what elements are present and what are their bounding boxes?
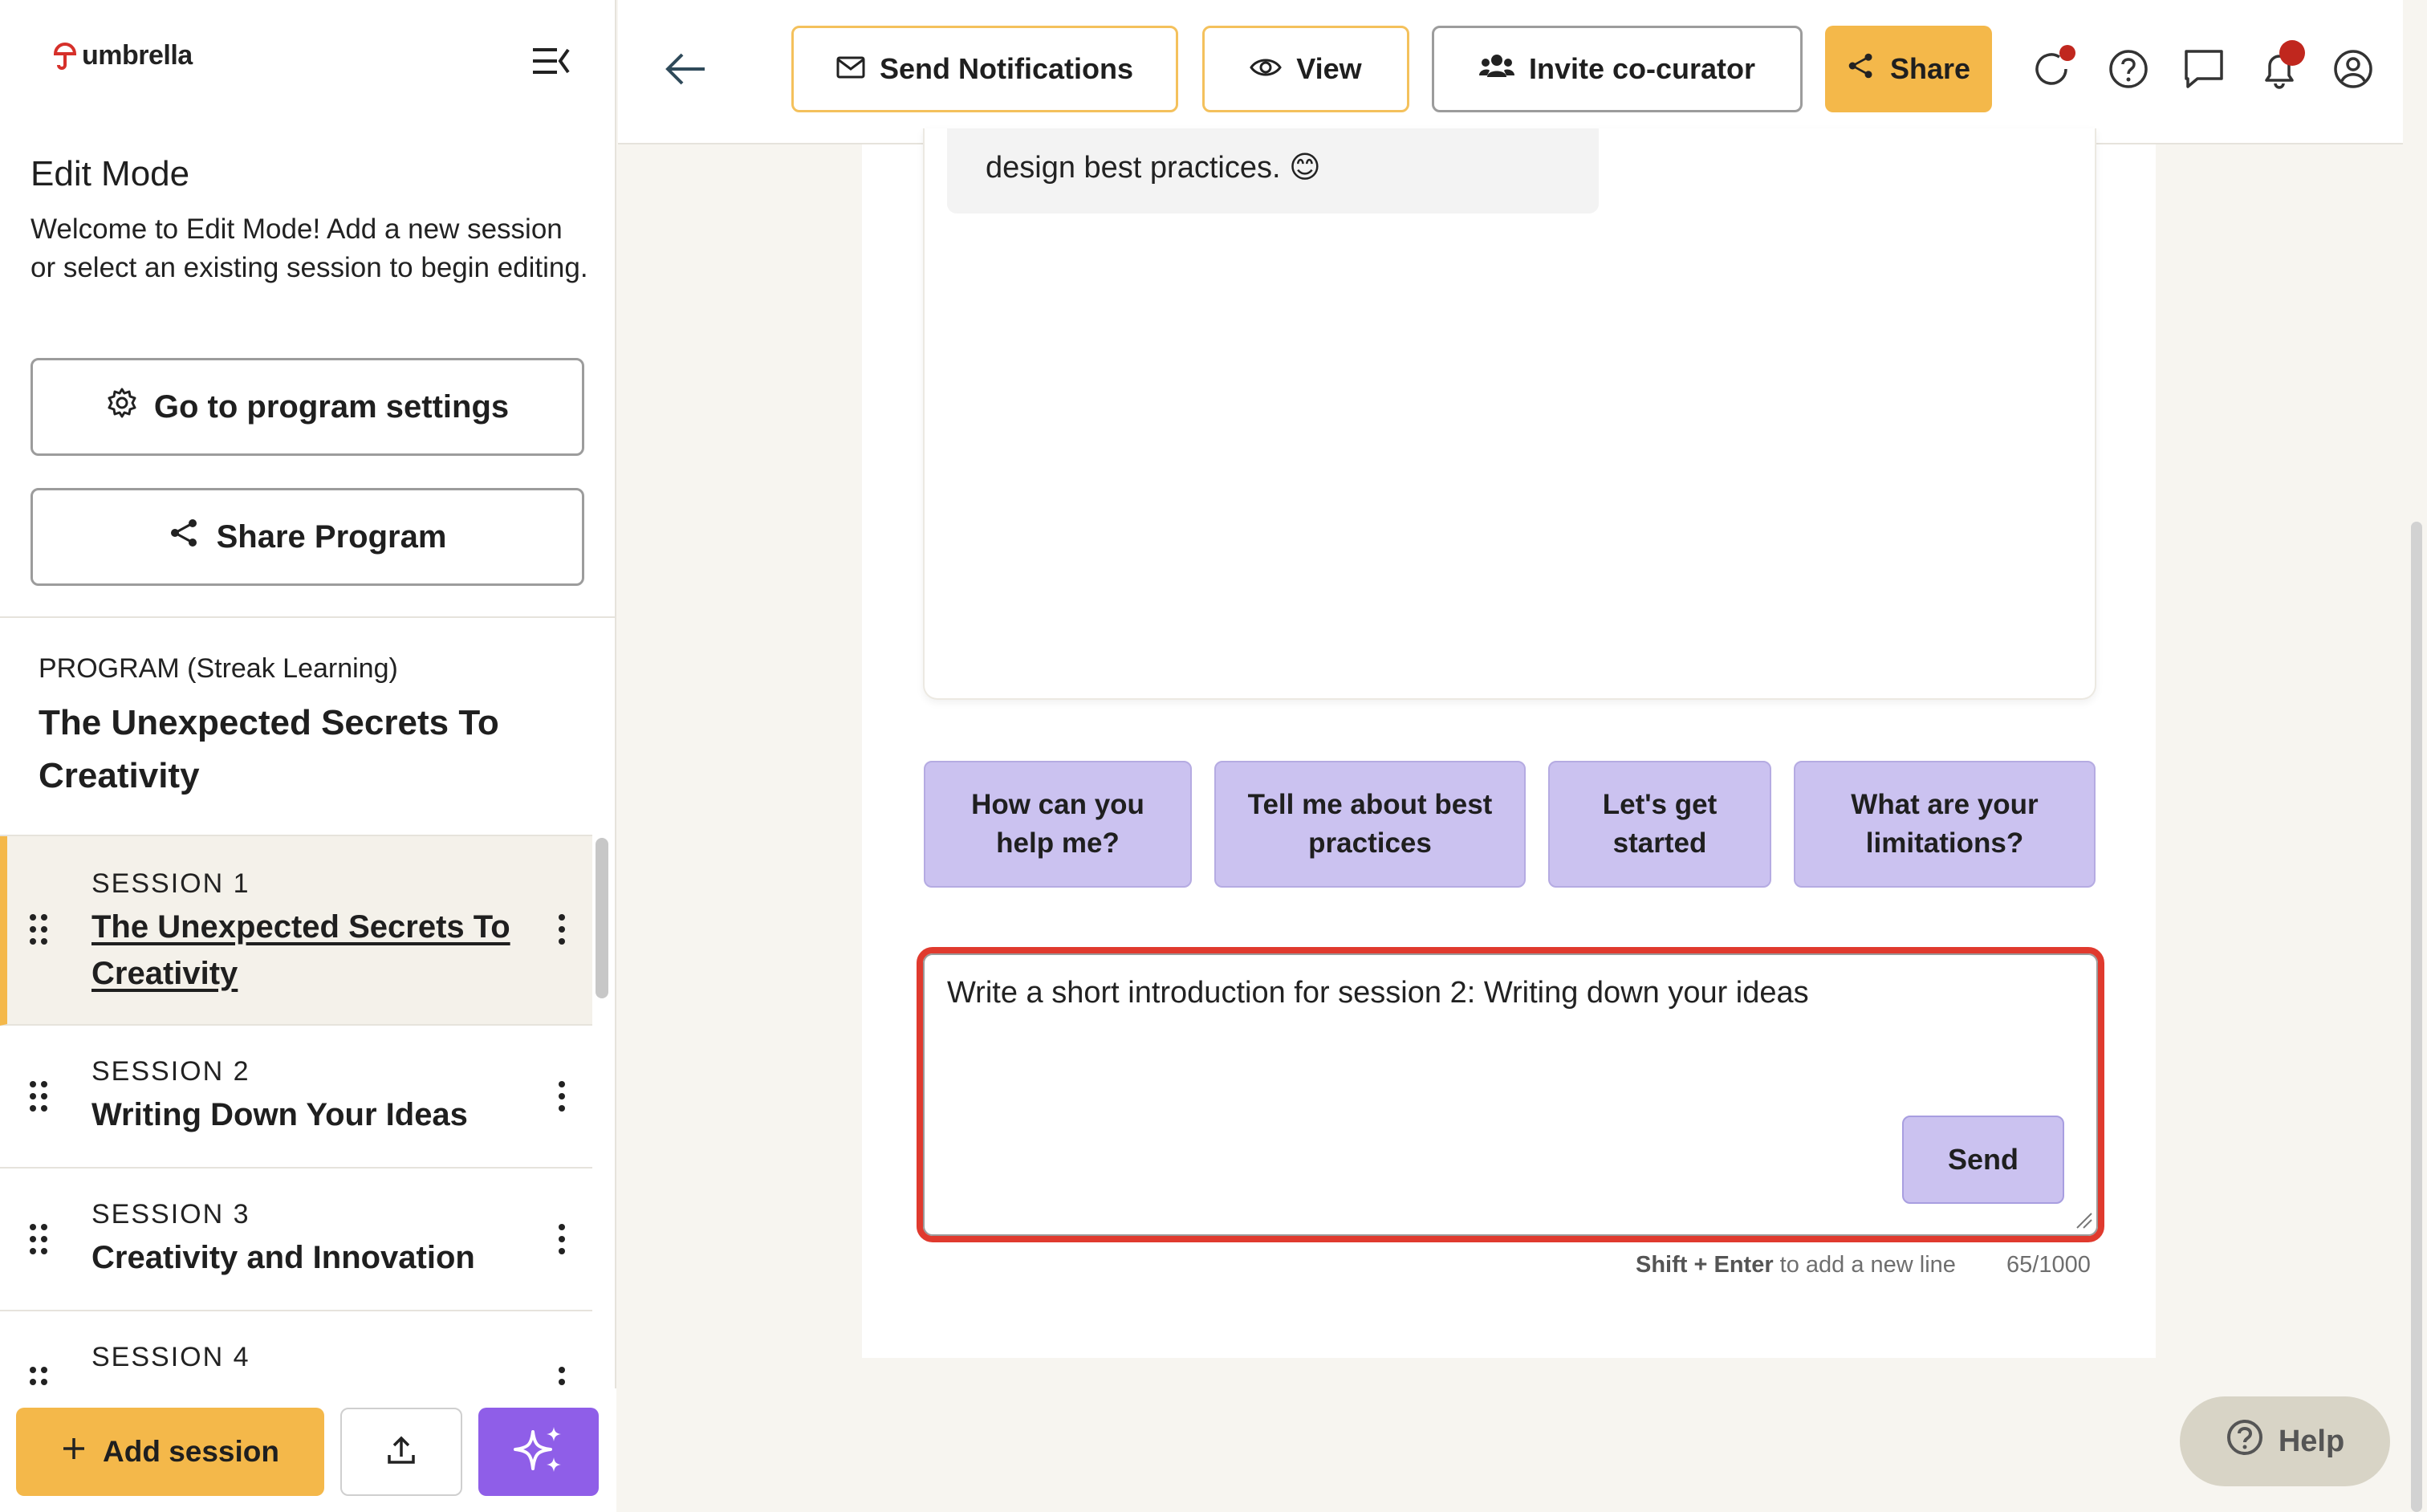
share-icon — [1847, 51, 1876, 87]
program-kicker: PROGRAM (Streak Learning) — [39, 653, 398, 684]
program-settings-label: Go to program settings — [153, 388, 510, 425]
session-title[interactable]: Creativity and Innovation — [91, 1234, 541, 1281]
upload-button[interactable] — [340, 1408, 462, 1496]
gear-icon — [106, 387, 138, 427]
sparkle-icon — [512, 1425, 565, 1479]
session-item-4[interactable]: SESSION 4 — [0, 1311, 592, 1388]
notification-dot — [2279, 40, 2305, 66]
add-session-label: Add session — [103, 1435, 279, 1468]
more-vertical-icon[interactable] — [555, 913, 568, 945]
session-title[interactable]: Writing Down Your Ideas — [91, 1091, 541, 1138]
view-button[interactable]: View — [1202, 26, 1409, 112]
sidebar-divider — [0, 616, 616, 618]
umbrella-logo-icon — [53, 42, 77, 70]
session-kicker: SESSION 4 — [91, 1342, 250, 1372]
notification-dot — [2059, 45, 2075, 61]
message-input-value[interactable]: Write a short introduction for session 2… — [947, 976, 1809, 1010]
users-icon — [1478, 52, 1514, 86]
drag-handle-icon[interactable] — [29, 1080, 48, 1112]
edit-mode-description: Welcome to Edit Mode! Add a new session … — [30, 213, 588, 283]
suggestion-chip-help[interactable]: How can you help me? — [924, 761, 1192, 888]
edit-mode-title: Edit Mode — [30, 154, 190, 193]
drag-handle-icon[interactable] — [29, 1223, 48, 1255]
assistant-message-text: design best practices. 😊 — [986, 151, 1321, 185]
page-scrollbar[interactable] — [2411, 522, 2422, 1512]
share-program-label: Share Program — [216, 518, 447, 555]
session-list: SESSION 1 The Unexpected Secrets To Crea… — [0, 835, 592, 1388]
session-list-scroll-thumb[interactable] — [596, 838, 608, 998]
newline-hint: Shift + Enter to add a new line — [1636, 1252, 1956, 1278]
session-item-3[interactable]: SESSION 3 Creativity and Innovation — [0, 1169, 592, 1311]
invite-co-curator-label: Invite co-curator — [1528, 52, 1756, 85]
share-program-button[interactable]: Share Program — [30, 488, 584, 586]
send-button[interactable]: Send — [1902, 1116, 2064, 1204]
view-label: View — [1296, 52, 1362, 85]
refresh-icon[interactable] — [2031, 45, 2075, 90]
program-title: The Unexpected Secrets To Creativity — [39, 703, 499, 795]
newline-hint-text: to add a new line — [1773, 1252, 1956, 1278]
send-notifications-label: Send Notifications — [879, 52, 1134, 85]
session-kicker: SESSION 3 — [91, 1199, 250, 1230]
mail-icon — [836, 52, 865, 86]
more-vertical-icon[interactable] — [555, 1223, 568, 1255]
collapse-menu-icon[interactable] — [531, 43, 571, 79]
send-notifications-button[interactable]: Send Notifications — [791, 26, 1178, 112]
resize-handle-icon[interactable] — [2074, 1210, 2093, 1230]
brand-name: umbrella — [82, 40, 193, 71]
drag-handle-icon[interactable] — [29, 913, 48, 945]
help-label: Help — [2278, 1424, 2345, 1458]
drag-handle-icon[interactable] — [29, 1366, 48, 1388]
share-icon — [169, 517, 201, 557]
session-item-1[interactable]: SESSION 1 The Unexpected Secrets To Crea… — [0, 836, 592, 1026]
share-label: Share — [1889, 52, 1971, 85]
bell-icon[interactable] — [2258, 40, 2305, 90]
more-vertical-icon[interactable] — [555, 1366, 568, 1388]
program-settings-button[interactable]: Go to program settings — [30, 358, 584, 456]
user-circle-icon[interactable] — [2332, 48, 2374, 90]
chat-message-card — [923, 128, 2096, 700]
session-kicker: SESSION 1 — [91, 868, 250, 899]
back-arrow-icon[interactable] — [665, 51, 706, 87]
share-button[interactable]: Share — [1825, 26, 1992, 112]
session-item-2[interactable]: SESSION 2 Writing Down Your Ideas — [0, 1026, 592, 1169]
plus-icon — [61, 1435, 87, 1469]
help-button[interactable]: Help — [2180, 1396, 2390, 1486]
ai-generate-button[interactable] — [478, 1408, 599, 1496]
session-title[interactable]: The Unexpected Secrets To Creativity — [91, 904, 541, 997]
chat-icon[interactable] — [2183, 48, 2225, 90]
character-counter: 65/1000 — [2006, 1252, 2091, 1278]
suggestion-chip-best-practices[interactable]: Tell me about best practices — [1214, 761, 1526, 888]
question-icon — [2226, 1418, 2264, 1465]
more-vertical-icon[interactable] — [555, 1080, 568, 1112]
session-kicker: SESSION 2 — [91, 1056, 250, 1087]
add-session-button[interactable]: Add session — [16, 1408, 324, 1496]
invite-co-curator-button[interactable]: Invite co-curator — [1432, 26, 1803, 112]
help-circle-icon[interactable] — [2108, 48, 2149, 90]
suggestion-chip-limitations[interactable]: What are your limitations? — [1794, 761, 2096, 888]
upload-icon — [385, 1434, 417, 1470]
suggestion-chip-get-started[interactable]: Let's get started — [1548, 761, 1771, 888]
brand-logo[interactable]: umbrella — [53, 40, 193, 71]
newline-hint-keys: Shift + Enter — [1636, 1252, 1774, 1278]
eye-icon — [1250, 52, 1283, 86]
